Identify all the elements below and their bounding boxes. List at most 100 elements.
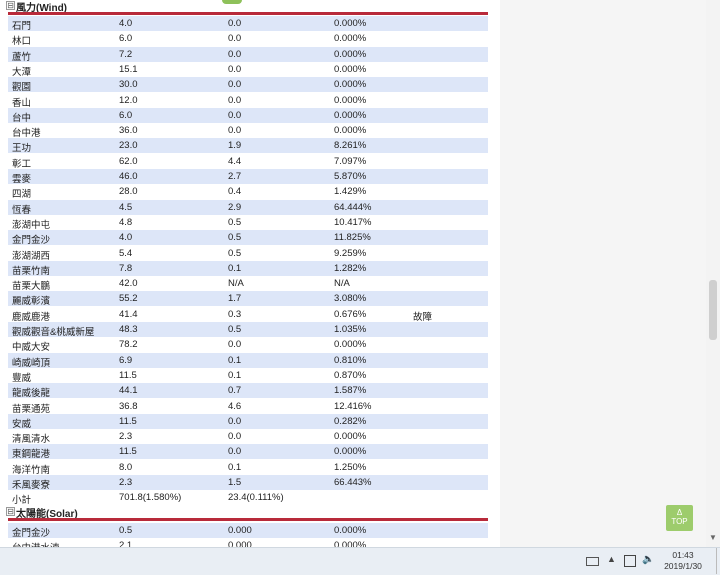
browser-viewport: ⊟ 風力(Wind) 石門 4.0 0.0 0.000% 林口 6.0 0.0 0.000% 蘆…: [0, 0, 720, 547]
table-row: 雲麥 46.0 2.7 5.870%: [8, 169, 488, 185]
table-row: 四湖 28.0 0.4 1.429%: [8, 184, 488, 200]
table-cell: 36.8: [119, 400, 138, 412]
table-cell: 0.000%: [334, 525, 367, 536]
table-cell: 23.0: [119, 140, 138, 152]
table-row: 鹿威鹿港 41.4 0.3 0.676% 故障: [8, 307, 488, 323]
table-cell: 4.0: [119, 18, 133, 29]
table-cell: 苗栗竹南: [12, 265, 51, 277]
table-row: 苗栗竹南 7.8 0.1 1.282%: [8, 260, 488, 277]
table-cell: 0.0: [228, 446, 242, 458]
table-cell: 1.7: [228, 293, 242, 305]
table-row: 蘆竹 7.2 0.0 0.000%: [8, 46, 488, 63]
system-clock[interactable]: 01:43 2019/1/30: [658, 550, 708, 572]
table-cell: 41.4: [119, 308, 138, 320]
table-cell: 0.3: [228, 308, 242, 320]
table-cell: 0.0: [228, 48, 242, 60]
table-cell: 台中: [12, 112, 32, 124]
table-cell: 5.870%: [334, 171, 367, 182]
table-cell: 4.5: [119, 201, 133, 213]
table-cell: 林口: [12, 36, 32, 48]
volume-icon[interactable]: 🔈: [642, 554, 654, 565]
table-cell: 1.587%: [334, 385, 367, 397]
table-cell: 恆春: [12, 204, 32, 216]
table-cell: 麗威彰濱: [12, 296, 51, 308]
table-cell: 0.000%: [334, 540, 367, 547]
table-cell: 0.0: [228, 125, 242, 137]
table-cell: 4.0: [119, 232, 133, 244]
table-cell: 10.417%: [334, 216, 372, 228]
network-icon[interactable]: [624, 555, 636, 567]
table-cell: 0.810%: [334, 354, 367, 366]
table-row: 海洋竹南 8.0 0.1 1.250%: [8, 460, 488, 476]
table-row: 麗威彰濱 55.2 1.7 3.080%: [8, 291, 488, 308]
table-row: 金門金沙 4.0 0.5 11.825%: [8, 230, 488, 246]
table-cell: 海洋竹南: [12, 464, 51, 476]
table-cell: 701.8(1.580%): [119, 492, 182, 504]
table-cell: 豐威: [12, 372, 32, 384]
page-content: ⊟ 風力(Wind) 石門 4.0 0.0 0.000% 林口 6.0 0.0 0.000% 蘆…: [0, 0, 500, 547]
back-to-top-button[interactable]: Δ TOP: [666, 505, 693, 531]
table-row: 台中港水湳 2.1 0.000 0.000%: [8, 538, 488, 547]
scrollbar-thumb[interactable]: [709, 280, 717, 340]
table-cell: 7.8: [119, 262, 133, 274]
table-row: 東鋼龍港 11.5 0.0 0.000%: [8, 444, 488, 461]
table-cell: 23.4(0.111%): [228, 492, 284, 504]
table-cell: 0.0: [228, 415, 242, 427]
table-cell: 東鋼龍港: [12, 449, 51, 461]
table-cell: 55.2: [119, 293, 138, 305]
table-cell: 1.5: [228, 477, 242, 488]
table-cell: 15.1: [119, 63, 138, 75]
table-cell: 台中港: [12, 128, 41, 140]
table-cell: 安威: [12, 418, 32, 430]
table-cell: 6.0: [119, 33, 133, 45]
table-cell: 0.000%: [334, 79, 367, 91]
table-cell: 8.261%: [334, 140, 367, 152]
table-cell: 0.282%: [334, 415, 367, 427]
table-cell: 8.0: [119, 461, 133, 473]
collapse-toggle-icon[interactable]: ⊟: [6, 1, 15, 10]
table-cell: 0.0: [228, 339, 242, 351]
table-cell: 0.1: [228, 461, 242, 473]
table-row: 觀園 30.0 0.0 0.000%: [8, 77, 488, 93]
table-row: 澎湖湖西 5.4 0.5 9.259%: [8, 246, 488, 262]
table-cell: 2.1: [119, 540, 133, 547]
table-cell: 1.250%: [334, 461, 367, 473]
table-row: 龍威後龍 44.1 0.7 1.587%: [8, 383, 488, 399]
scroll-down-arrow-icon[interactable]: ▼: [709, 533, 717, 542]
table-cell: 香山: [12, 97, 32, 109]
table-cell: 4.4: [228, 155, 242, 167]
table-cell: 0.000%: [334, 48, 367, 60]
table-cell: 0.000: [228, 540, 252, 547]
table-cell: 觀威觀音&桃威新屋: [12, 327, 95, 338]
collapse-toggle-icon[interactable]: ⊟: [6, 507, 15, 516]
windows-taskbar: ▲ 🔈 01:43 2019/1/30: [0, 547, 720, 575]
table-cell: 0.5: [228, 232, 242, 244]
vertical-scrollbar[interactable]: ▼: [706, 0, 720, 547]
table-cell: 6.9: [119, 354, 133, 366]
top-button-label: TOP: [671, 517, 688, 526]
show-desktop-button[interactable]: [716, 548, 717, 574]
table-cell: 0.5: [228, 324, 242, 335]
table-cell: 2.7: [228, 171, 242, 182]
table-cell: 澎湖湖西: [12, 250, 51, 262]
table-cell: 0.0: [228, 79, 242, 91]
table-cell: 1.9: [228, 140, 242, 152]
table-row: 台中 6.0 0.0 0.000%: [8, 107, 488, 124]
table-cell: 11.825%: [334, 232, 371, 244]
table-cell: 澎湖中屯: [12, 219, 51, 231]
table-cell: 11.5: [119, 446, 137, 458]
table-cell: 36.0: [119, 125, 138, 137]
table-cell: 1.429%: [334, 186, 367, 198]
table-cell: 苗栗通苑: [12, 403, 51, 415]
table-cell: 王功: [12, 143, 32, 155]
table-row: 豐威 11.5 0.1 0.870%: [8, 368, 488, 384]
page-margin: [500, 0, 706, 547]
table-cell: 0.7: [228, 385, 242, 397]
table-cell: 彰工: [12, 158, 32, 170]
table-cell: 0.4: [228, 186, 242, 198]
table-cell: 雲麥: [12, 174, 32, 185]
wind-section-divider: [8, 12, 488, 15]
show-hidden-icons-icon[interactable]: ▲: [607, 554, 616, 564]
table-cell: N/A: [228, 278, 244, 290]
keyboard-icon[interactable]: [586, 557, 599, 566]
